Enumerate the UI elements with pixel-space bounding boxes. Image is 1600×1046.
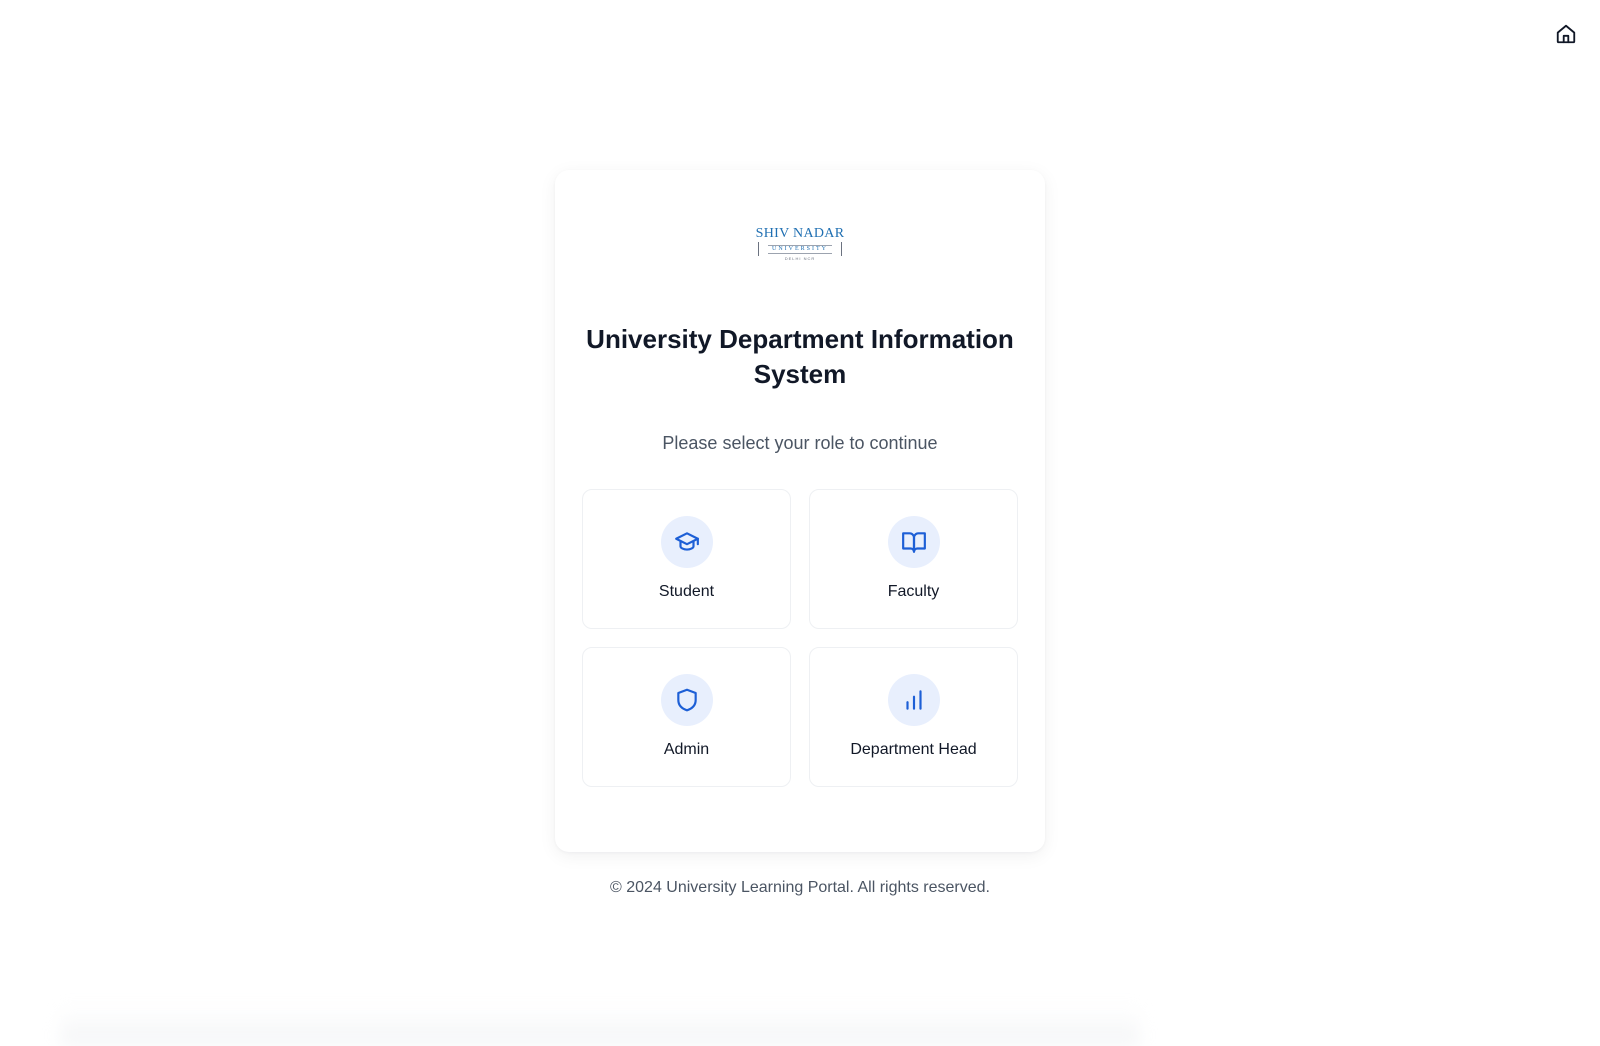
book-open-icon: [901, 532, 926, 553]
logo-university: UNIVERSITY: [768, 244, 832, 254]
role-label: Faculty: [887, 583, 940, 600]
footer-copyright: © 2024 University Learning Portal. All r…: [610, 879, 990, 896]
role-option-student[interactable]: Student: [582, 489, 791, 629]
role-grid: Student Faculty Admin Department Head: [582, 489, 1018, 787]
page-title: University Department Information System: [586, 324, 1014, 389]
home-icon: [1556, 24, 1576, 44]
university-logo: SHIV NADAR UNIVERSITY DELHI NCR: [755, 226, 845, 262]
shield-icon: [676, 688, 697, 712]
bar-chart-icon: [905, 690, 922, 710]
role-icon-circle: [660, 674, 713, 726]
role-prompt: Please select your role to continue: [662, 433, 938, 453]
role-label: Department Head: [850, 741, 977, 758]
role-selection-card: SHIV NADAR UNIVERSITY DELHI NCR Universi…: [555, 170, 1045, 852]
bottom-shadow: [60, 1006, 1140, 1046]
role-icon-circle: [660, 516, 713, 568]
logo-location: DELHI NCR: [784, 256, 816, 261]
role-option-department-head[interactable]: Department Head: [809, 647, 1018, 787]
role-label: Admin: [663, 741, 710, 758]
role-icon-circle: [887, 516, 940, 568]
logo-rule: UNIVERSITY: [758, 242, 842, 256]
home-button[interactable]: [1552, 20, 1580, 48]
role-option-faculty[interactable]: Faculty: [809, 489, 1018, 629]
logo-name: SHIV NADAR: [755, 226, 845, 241]
role-option-admin[interactable]: Admin: [582, 647, 791, 787]
role-icon-circle: [887, 674, 940, 726]
role-label: Student: [658, 583, 715, 600]
graduation-cap-icon: [674, 532, 699, 551]
